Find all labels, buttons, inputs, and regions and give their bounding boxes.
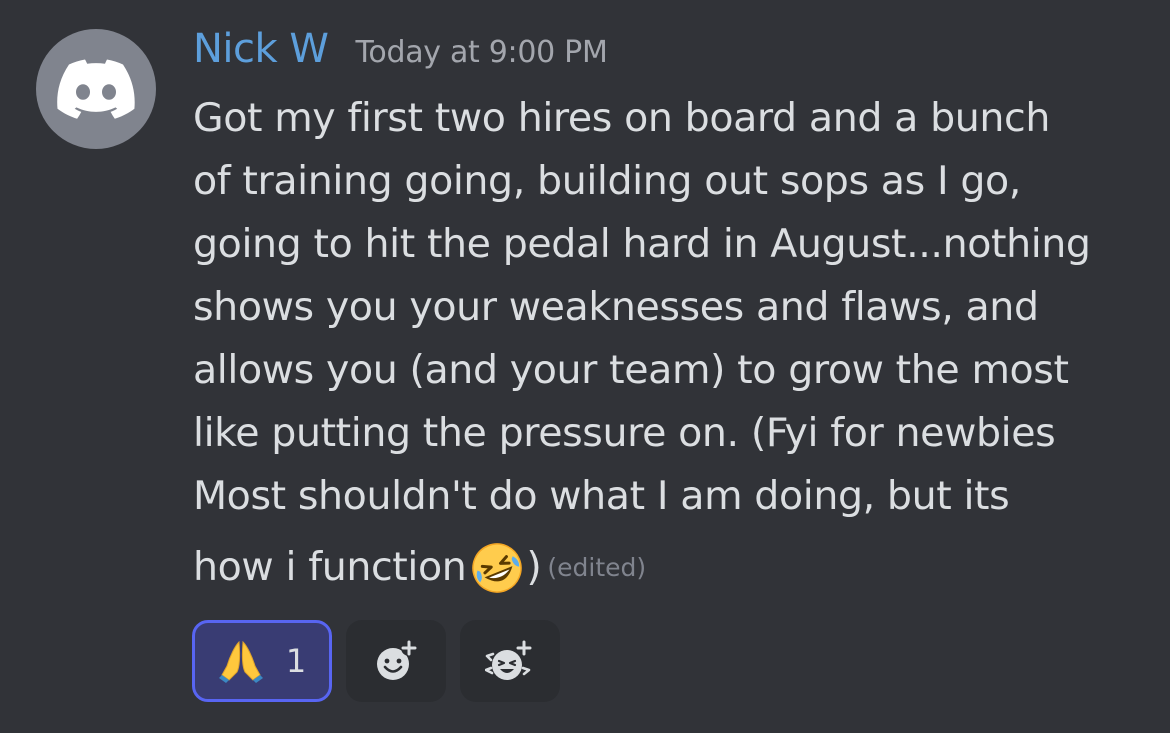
message-line: allows you (and your team) to grow the m… (193, 347, 1069, 393)
message-line: Got my first two hires on board and a bu… (193, 95, 1051, 141)
reaction-folded-hands[interactable]: 1 (192, 620, 332, 702)
message-close-paren: ) (526, 544, 542, 590)
edited-label: (edited) (547, 553, 647, 582)
reaction-count: 1 (285, 642, 307, 680)
add-reaction-button[interactable] (346, 620, 446, 702)
message-content: Got my first two hires on board and a bu… (193, 87, 1153, 599)
message-line: of training going, building out sops as … (193, 158, 1021, 204)
chat-message: Nick W Today at 9:00 PM Got my first two… (0, 0, 1170, 733)
avatar[interactable] (36, 29, 156, 149)
timestamp[interactable]: Today at 9:00 PM (355, 35, 607, 70)
message-line: shows you your weaknesses and flaws, and (193, 284, 1039, 330)
message-last-line: how i function ) (edited) (193, 536, 1153, 599)
rolling-on-floor-laughing-emoji[interactable] (470, 541, 524, 595)
message-line: how i function (193, 544, 467, 590)
message-line: Most shouldn't do what I am doing, but i… (193, 473, 1010, 519)
add-super-reaction-icon (485, 640, 532, 680)
add-super-reaction-button[interactable] (460, 620, 560, 702)
reactions-bar: 1 (192, 620, 560, 702)
folded-hands-emoji (218, 640, 263, 683)
add-reaction-icon (377, 640, 417, 680)
message-line: like putting the pressure on. (Fyi for n… (193, 410, 1056, 456)
message-header: Nick W Today at 9:00 PM (193, 26, 608, 76)
username[interactable]: Nick W (193, 26, 329, 72)
discord-logo-icon (57, 59, 135, 119)
message-line: going to hit the pedal hard in August...… (193, 221, 1091, 267)
